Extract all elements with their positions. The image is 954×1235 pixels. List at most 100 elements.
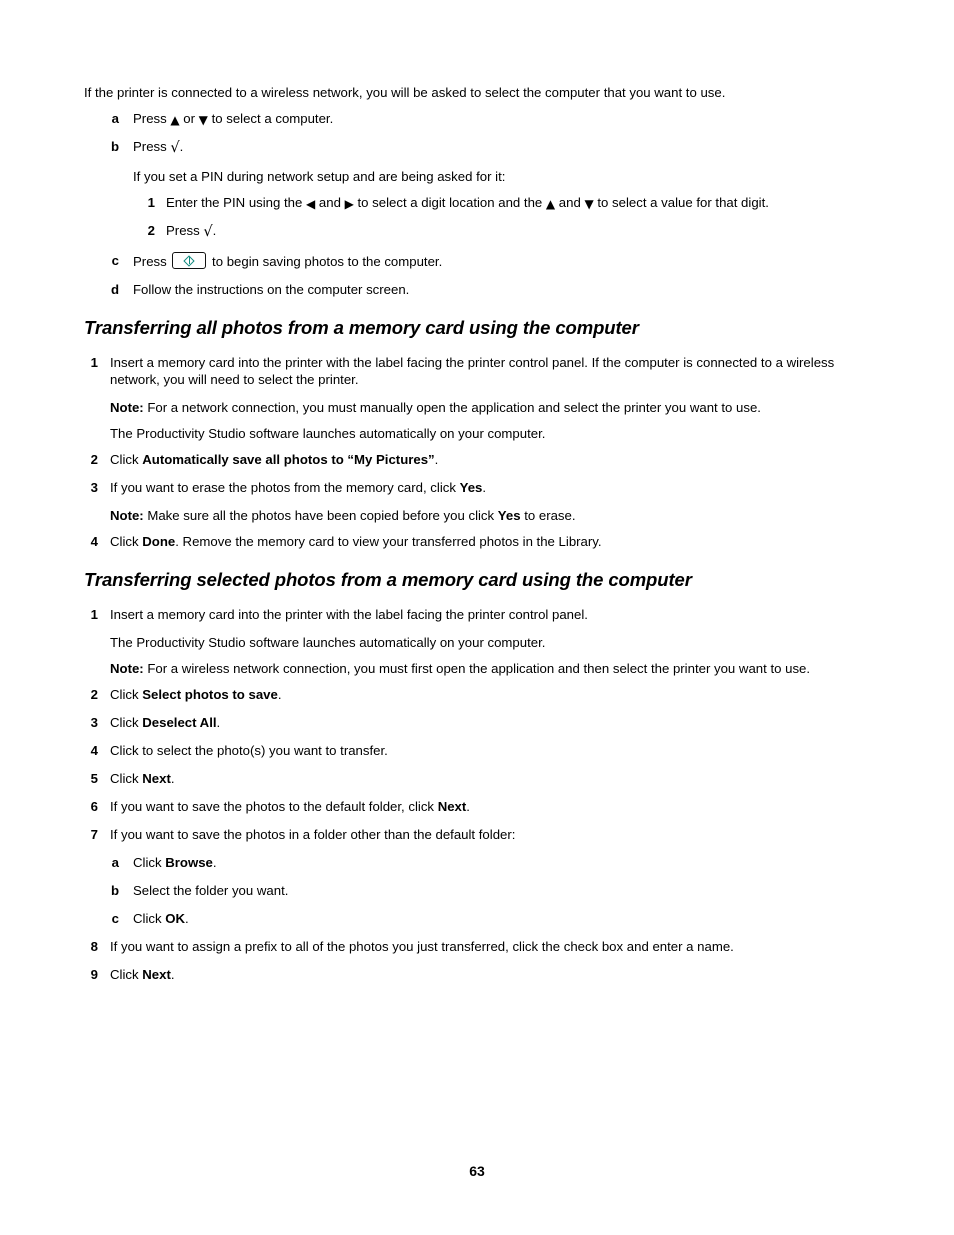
- step-a-text-after: to select a computer.: [207, 111, 334, 126]
- list-marker: 4: [90, 534, 98, 549]
- note-all-step-1: Note: For a network connection, you must…: [110, 399, 874, 416]
- start-button-icon: [172, 252, 207, 269]
- step-suffix: .: [170, 771, 175, 786]
- substep1-t1: Enter the PIN using the: [166, 195, 307, 210]
- list-item-text: If you want to save the photos in a fold…: [110, 826, 874, 843]
- vertical-bar-shape: [188, 257, 191, 264]
- substep1-t3: to select a digit location and the: [353, 195, 546, 210]
- step-prefix: If you want to save the photos in a fold…: [110, 827, 516, 842]
- list-item-text: Click Done. Remove the memory card to vi…: [110, 533, 874, 550]
- list-marker: 4: [90, 743, 98, 758]
- substep1-t4: and: [555, 195, 585, 210]
- list-marker: 3: [90, 480, 98, 495]
- step-prefix: Click: [110, 534, 143, 549]
- note-all-step-3: Note: Make sure all the photos have been…: [110, 507, 874, 524]
- substep1-t5: to select a value for that digit.: [593, 195, 769, 210]
- list-marker: 7: [90, 827, 98, 842]
- section-heading-all-photos: Transferring all photos from a memory ca…: [84, 317, 639, 338]
- list-item-sel-step-2: 2 Click Select photos to save.: [84, 686, 874, 703]
- list-item-step-d: d Follow the instructions on the compute…: [108, 281, 874, 298]
- list-item-text: Click OK.: [133, 910, 874, 927]
- step-bold-label: Next: [142, 771, 171, 786]
- list-marker: 1: [90, 355, 98, 370]
- step-prefix: If you want to save the photos to the de…: [110, 799, 438, 814]
- note-sel-step-1: Note: For a wireless network connection,…: [110, 660, 874, 677]
- step-c-text-after: to begin saving photos to the computer.: [208, 254, 443, 269]
- list-item-sel-step-8: 8 If you want to assign a prefix to all …: [84, 938, 874, 955]
- substep2-t2: .: [212, 223, 217, 238]
- arrow-left-icon: ◀: [306, 196, 316, 211]
- list-item-sel-step-7: 7 If you want to save the photos in a fo…: [84, 826, 874, 843]
- step-bold-label: Automatically save all photos to “My Pic…: [142, 452, 435, 467]
- arrow-down-icon: ▼: [584, 196, 594, 211]
- list-marker: 1: [90, 607, 98, 622]
- list-marker: 3: [90, 715, 98, 730]
- step-prefix: Click: [110, 452, 143, 467]
- list-marker: 9: [90, 967, 98, 982]
- page-number-footer: 63: [469, 1163, 485, 1179]
- list-marker: a: [111, 111, 119, 126]
- list-marker: b: [110, 139, 119, 154]
- list-item-text: Click Browse.: [133, 854, 874, 871]
- step-bold-label: Done: [142, 534, 176, 549]
- intro-lead-paragraph: If the printer is connected to a wireles…: [84, 85, 726, 100]
- list-item-step-b: b Press √.: [108, 138, 874, 157]
- pin-sub-lead-paragraph: If you set a PIN during network setup an…: [133, 169, 506, 184]
- step-bold-label: Next: [437, 799, 467, 814]
- arrow-up-icon: ▲: [545, 196, 556, 211]
- list-item-text: Follow the instructions on the computer …: [133, 282, 410, 297]
- follow-sel-step-1: The Productivity Studio software launche…: [110, 635, 546, 650]
- step-suffix: .: [170, 967, 175, 982]
- note-text-1: Make sure all the photos have been copie…: [143, 508, 498, 523]
- list-item-text: Insert a memory card into the printer wi…: [110, 355, 835, 387]
- document-page: If the printer is connected to a wireles…: [0, 0, 954, 1235]
- step-prefix: If you want to erase the photos from the…: [110, 480, 460, 495]
- checkmark-icon: √: [203, 224, 213, 240]
- list-item-step-c: c Press to begin saving photos to the co…: [108, 252, 874, 270]
- list-item-step-a: a Press ▲ or ▼ to select a computer.: [108, 110, 874, 127]
- list-item-sel-step-1: 1 Insert a memory card into the printer …: [84, 606, 874, 623]
- step-suffix: .: [212, 855, 217, 870]
- list-item-text: Click Select photos to save.: [110, 686, 874, 703]
- step-suffix: .: [434, 452, 439, 467]
- step-suffix: . Remove the memory card to view your tr…: [175, 534, 602, 549]
- step-bold-label: Browse: [165, 855, 213, 870]
- step-prefix: Select the folder you want.: [133, 883, 289, 898]
- list-item-all-step-1: 1 Insert a memory card into the printer …: [84, 354, 874, 388]
- list-marker: 6: [90, 799, 98, 814]
- step-prefix: Click: [110, 687, 143, 702]
- list-item-text: Enter the PIN using the ◀ and ▶ to selec…: [166, 194, 874, 211]
- list-marker: 2: [147, 223, 155, 238]
- list-item-text: Insert a memory card into the printer wi…: [110, 607, 588, 622]
- list-marker: 8: [90, 939, 98, 954]
- step-bold-label: Select photos to save: [142, 687, 278, 702]
- list-item-text: If you want to save the photos to the de…: [110, 798, 874, 815]
- list-item-all-step-3: 3 If you want to erase the photos from t…: [84, 479, 874, 496]
- list-item-sel-step-7a: a Click Browse.: [108, 854, 874, 871]
- list-item-text: Click Deselect All.: [110, 714, 874, 731]
- step-bold-label: OK: [165, 911, 186, 926]
- list-item-text: Click Automatically save all photos to “…: [110, 451, 874, 468]
- list-marker: c: [111, 911, 119, 926]
- list-item-text: If you want to assign a prefix to all of…: [110, 938, 874, 955]
- note-label: Note:: [110, 400, 144, 415]
- arrow-up-icon: ▲: [170, 112, 180, 127]
- step-prefix: If you want to assign a prefix to all of…: [110, 939, 734, 954]
- list-item-sel-step-5: 5 Click Next.: [84, 770, 874, 787]
- list-marker: 2: [90, 452, 98, 467]
- list-item-sel-step-7c: c Click OK.: [108, 910, 874, 927]
- step-bold-label: Yes: [459, 480, 483, 495]
- step-suffix: .: [466, 799, 470, 814]
- step-prefix: Click: [133, 855, 166, 870]
- list-item-text: Click to select the photo(s) you want to…: [110, 742, 874, 759]
- step-prefix: Click: [110, 771, 143, 786]
- list-marker: a: [111, 855, 119, 870]
- step-prefix: Click: [133, 911, 166, 926]
- step-suffix: .: [277, 687, 282, 702]
- step-suffix: .: [482, 480, 487, 495]
- note-text: For a network connection, you must manua…: [143, 400, 761, 415]
- substep2-t1: Press: [166, 223, 204, 238]
- step-c-text-before: Press: [133, 254, 171, 269]
- note-text: For a wireless network connection, you m…: [143, 661, 811, 676]
- arrow-down-icon: ▼: [198, 112, 208, 127]
